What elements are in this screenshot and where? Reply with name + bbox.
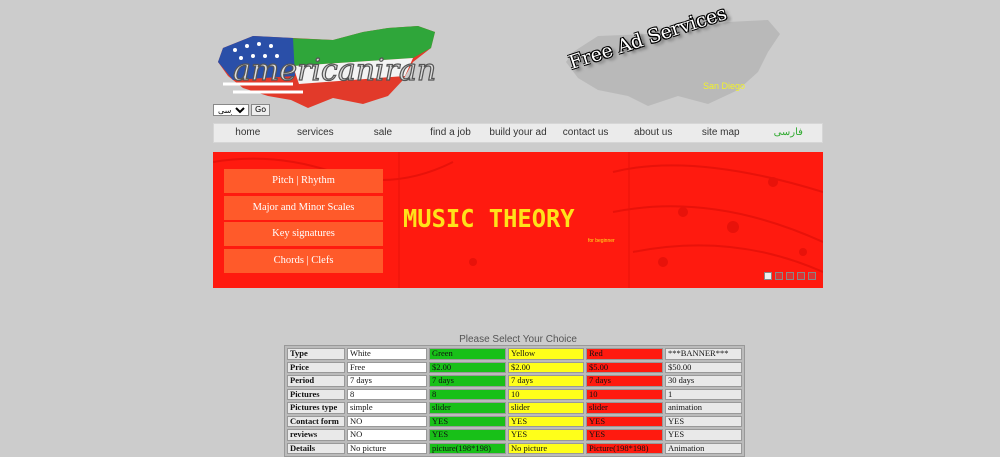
cell-white[interactable]: 8 xyxy=(347,388,427,400)
cell-green[interactable]: picture(198*198) xyxy=(429,442,506,454)
cell-yellow[interactable]: No picture xyxy=(508,442,584,454)
slide-dots xyxy=(764,272,816,280)
slide-dot-1[interactable] xyxy=(764,272,772,280)
cell-label: Pictures type xyxy=(287,402,345,414)
logo-text: americaniran xyxy=(233,53,436,88)
table-row: Type White Green Yellow Red ***BANNER*** xyxy=(287,348,742,360)
table-row: Contact form NO YES YES YES YES xyxy=(287,415,742,427)
page: americaniran فارسی Go Free Ad Services S… xyxy=(213,0,823,457)
cell-banner[interactable]: ***BANNER*** xyxy=(665,348,742,360)
main-nav: home services sale find a job build your… xyxy=(213,123,823,143)
cell-red[interactable]: $5.00 xyxy=(586,361,663,373)
cell-green[interactable]: 8 xyxy=(429,388,506,400)
cell-red[interactable]: 7 days xyxy=(586,375,663,387)
cell-green[interactable]: Green xyxy=(429,348,506,360)
slide-dot-3[interactable] xyxy=(786,272,794,280)
cell-banner[interactable]: animation xyxy=(665,402,742,414)
cell-green[interactable]: slider xyxy=(429,402,506,414)
cell-yellow[interactable]: slider xyxy=(508,402,584,414)
cell-banner[interactable]: YES xyxy=(665,415,742,427)
banner-subtitle: for beginner xyxy=(588,238,615,244)
menu-chords-clefs[interactable]: Chords | Clefs xyxy=(224,248,383,273)
cell-label: Details xyxy=(287,442,345,454)
table-row: Pictures 8 8 10 10 1 xyxy=(287,388,742,400)
cell-green[interactable]: YES xyxy=(429,415,506,427)
cell-label: Period xyxy=(287,375,345,387)
nav-persian[interactable]: فارسی xyxy=(755,124,823,142)
cell-green[interactable]: YES xyxy=(429,429,506,441)
cell-white[interactable]: White xyxy=(347,348,427,360)
slide-dot-5[interactable] xyxy=(808,272,816,280)
nav-about-us[interactable]: about us xyxy=(619,124,687,142)
nav-sale[interactable]: sale xyxy=(349,124,417,142)
cell-banner[interactable]: $50.00 xyxy=(665,361,742,373)
cell-green[interactable]: 7 days xyxy=(429,375,506,387)
cell-white[interactable]: NO xyxy=(347,429,427,441)
slide-dot-2[interactable] xyxy=(775,272,783,280)
cell-banner[interactable]: YES xyxy=(665,429,742,441)
cell-label: Type xyxy=(287,348,345,360)
cell-green[interactable]: $2.00 xyxy=(429,361,506,373)
cell-white[interactable]: No picture xyxy=(347,442,427,454)
nav-find-a-job[interactable]: find a job xyxy=(417,124,485,142)
cell-banner[interactable]: 30 days xyxy=(665,375,742,387)
nav-build-your-ad[interactable]: build your ad xyxy=(484,124,552,142)
cell-red[interactable]: YES xyxy=(586,429,663,441)
ad-city: San Diego xyxy=(703,81,746,91)
cell-yellow[interactable]: YES xyxy=(508,415,584,427)
nav-site-map[interactable]: site map xyxy=(687,124,755,142)
cell-yellow[interactable]: 10 xyxy=(508,388,584,400)
cell-yellow[interactable]: Yellow xyxy=(508,348,584,360)
cell-yellow[interactable]: YES xyxy=(508,429,584,441)
cell-white[interactable]: Free xyxy=(347,361,427,373)
cell-white[interactable]: simple xyxy=(347,402,427,414)
cell-label: reviews xyxy=(287,429,345,441)
go-button[interactable]: Go xyxy=(251,104,271,116)
table-row: Period 7 days 7 days 7 days 7 days 30 days xyxy=(287,375,742,387)
nav-services[interactable]: services xyxy=(282,124,350,142)
cell-white[interactable]: NO xyxy=(347,415,427,427)
cell-red[interactable]: YES xyxy=(586,415,663,427)
cell-label: Pictures xyxy=(287,388,345,400)
cell-red[interactable]: Red xyxy=(586,348,663,360)
topic-menu: Pitch | Rhythm Major and Minor Scales Ke… xyxy=(224,169,383,275)
table-row: Details No picture picture(198*198) No pict… xyxy=(287,442,742,454)
music-theory-banner[interactable]: Pitch | Rhythm Major and Minor Scales Ke… xyxy=(213,152,823,288)
cell-yellow[interactable]: 7 days xyxy=(508,375,584,387)
cell-red[interactable]: Picture(198*198) xyxy=(586,442,663,454)
menu-key-signatures[interactable]: Key signatures xyxy=(224,222,383,246)
table-row: Price Free $2.00 $2.00 $5.00 $50.00 xyxy=(287,361,742,373)
plans-caption: Please Select Your Choice xyxy=(459,334,577,345)
menu-pitch-rhythm[interactable]: Pitch | Rhythm xyxy=(224,169,383,193)
cell-red[interactable]: slider xyxy=(586,402,663,414)
plans-table: Type White Green Yellow Red ***BANNER*** Price… xyxy=(284,345,745,457)
cell-white[interactable]: 7 days xyxy=(347,375,427,387)
cell-banner[interactable]: 1 xyxy=(665,388,742,400)
menu-major-minor-scales[interactable]: Major and Minor Scales xyxy=(224,195,383,220)
nav-contact-us[interactable]: contact us xyxy=(552,124,620,142)
cell-yellow[interactable]: $2.00 xyxy=(508,361,584,373)
language-switcher: فارسی Go xyxy=(213,104,271,116)
cell-red[interactable]: 10 xyxy=(586,388,663,400)
banner-title: MUSIC THEORY xyxy=(403,204,575,233)
language-select[interactable]: فارسی xyxy=(213,104,249,116)
nav-home[interactable]: home xyxy=(214,124,282,142)
americaniran-logo[interactable]: americaniran xyxy=(213,18,438,113)
slide-dot-4[interactable] xyxy=(797,272,805,280)
cell-banner[interactable]: Animation xyxy=(665,442,742,454)
table-row: Pictures type simple slider slider slider ani… xyxy=(287,402,742,414)
table-row: reviews NO YES YES YES YES xyxy=(287,429,742,441)
cell-label: Price xyxy=(287,361,345,373)
cell-label: Contact form xyxy=(287,415,345,427)
